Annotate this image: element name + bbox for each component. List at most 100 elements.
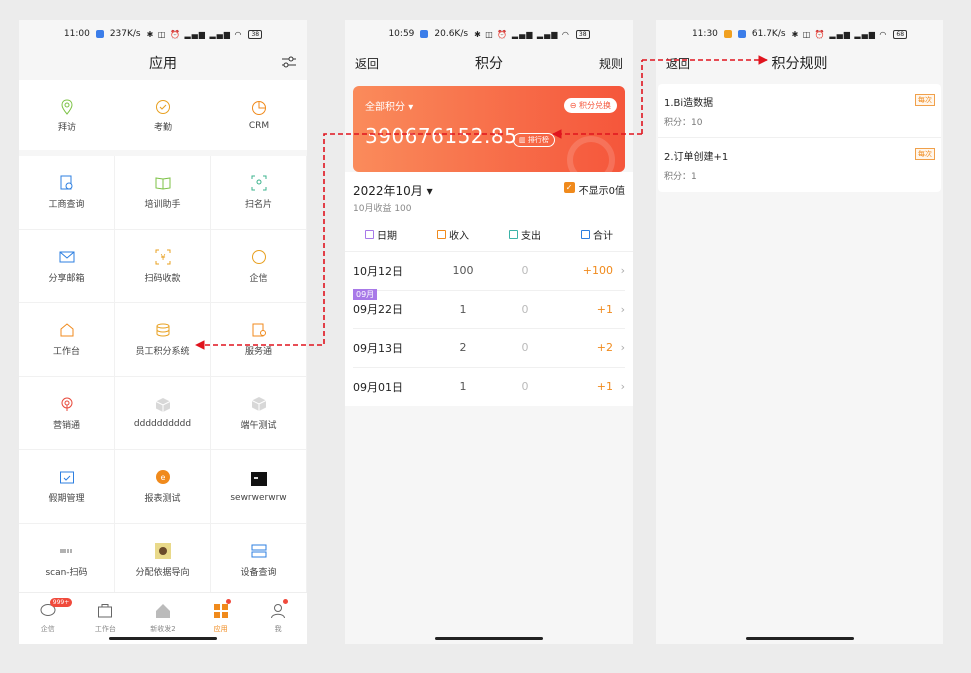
expense-icon [509, 230, 518, 239]
frequency-tag: 每次 [915, 148, 935, 160]
rules-screen: 11:30 61.7K/s ✱ ◫ ⏰ ▂▄▆ ▂▄▆ ◠ 68 返回 积分规则… [656, 20, 943, 644]
exchange-label: 积分兑换 [579, 101, 611, 110]
rules-link[interactable]: 规则 [599, 55, 623, 72]
app-business-query[interactable]: 工商查询 [19, 156, 115, 230]
app-allocation[interactable]: 分配依据导向 [115, 523, 211, 597]
photo-thumbnail-icon [154, 542, 172, 560]
broadcast-icon [58, 395, 76, 413]
app-label: 工商查询 [48, 200, 85, 211]
status-speed: 20.6K/s [434, 29, 469, 39]
back-button[interactable]: 返回 [666, 55, 690, 72]
app-label: sewrwerwrw [230, 492, 287, 503]
app-scan-code[interactable]: scan-扫码 [19, 523, 115, 597]
app-visit[interactable]: 拜访 [19, 80, 115, 150]
status-time: 11:30 [691, 29, 718, 39]
list-item: 1.Bi造数据 积分：10 每次 [658, 84, 941, 138]
app-marketing[interactable]: 营销通 [19, 376, 115, 450]
month-earnings: 10月收益 100 [353, 204, 412, 214]
status-speed: 237K/s [109, 29, 141, 39]
tab-label: 工作台 [94, 625, 116, 633]
document-search-icon [58, 174, 76, 192]
chevron-right-icon: › [620, 380, 625, 394]
pie-chart-icon [250, 99, 268, 117]
status-bar: 11:00 237K/s ✱ ◫ ⏰ ▂▄▆ ▂▄▆ ◠ 38 [19, 20, 307, 48]
tab-label: 应用 [213, 625, 228, 633]
app-service[interactable]: 服务通 [211, 303, 307, 377]
month-tag: 09月 [353, 288, 378, 300]
table-row[interactable]: 09月01日 1 0 +1 › [353, 368, 625, 407]
app-notification-icon [420, 30, 429, 38]
app-workbench[interactable]: 工作台 [19, 303, 115, 377]
home-indicator [435, 637, 543, 640]
app-share-mail[interactable]: 分享邮箱 [19, 229, 115, 303]
table-row[interactable]: 09月13日 2 0 +2 › [353, 329, 625, 368]
row-income: 2 [459, 341, 467, 355]
house-icon [155, 603, 171, 621]
signal-icons: ✱ ◫ ⏰ ▂▄▆ ▂▄▆ ◠ [791, 29, 888, 39]
app-label: 报表测试 [144, 494, 181, 505]
column-expense: 支出 [489, 227, 561, 242]
app-duanwu-test[interactable]: 端午测试 [211, 376, 307, 450]
app-label: CRM [248, 121, 270, 131]
svg-text:¥: ¥ [160, 253, 165, 262]
leaderboard-button[interactable]: ▥ 排行榜 [513, 133, 555, 147]
app-label: 培训助手 [144, 200, 181, 211]
chevron-right-icon: › [620, 264, 625, 278]
tab-qixin[interactable]: 999+ 企信 [19, 593, 77, 644]
app-attendance[interactable]: 考勤 [115, 80, 211, 150]
points-filter-dropdown[interactable]: 全部积分 ▾ [365, 98, 413, 113]
status-bar: 10:59 20.6K/s ✱ ◫ ⏰ ▂▄▆ ▂▄▆ ◠ 38 [345, 20, 633, 48]
app-scan-card[interactable]: 扫名片 [211, 156, 307, 230]
book-icon [154, 174, 172, 192]
app-report-test[interactable]: e 报表测试 [115, 450, 211, 524]
app-label: dddddddddd [133, 419, 192, 430]
row-expense: 0 [521, 341, 529, 355]
app-label: 扫名片 [244, 200, 272, 211]
app-training[interactable]: 培训助手 [115, 156, 211, 230]
coins-stack-icon [154, 321, 172, 339]
column-label: 收入 [449, 231, 469, 242]
row-income: 100 [452, 264, 474, 278]
points-summary-card: 全部积分 ▾ ⊖ 积分兑换 390676152.85 ▥ 排行榜 [353, 86, 625, 172]
app-scan-pay[interactable]: ¥ 扫码收款 [115, 229, 211, 303]
page-title: 应用 [149, 56, 177, 72]
app-ddd[interactable]: dddddddddd [115, 376, 211, 450]
home-icon [58, 321, 76, 339]
row-date: 10月12日 [353, 264, 403, 278]
checkmark-icon: ✓ [563, 182, 575, 193]
table-row[interactable]: 09月 09月22日 1 0 +1 › [353, 288, 625, 329]
barcode-thumbnail-icon [58, 542, 76, 560]
month-picker[interactable]: 2022年10月 ▾ [353, 182, 433, 199]
app-employee-points[interactable]: 员工积分系统 [115, 303, 211, 377]
user-icon [270, 603, 286, 621]
calendar-check-icon [58, 468, 76, 486]
exchange-button[interactable]: ⊖ 积分兑换 [563, 98, 617, 113]
settings-sliders-icon[interactable] [281, 55, 297, 72]
status-time: 10:59 [388, 29, 415, 39]
app-crm[interactable]: CRM [211, 80, 307, 150]
page-title: 积分规则 [771, 56, 828, 72]
row-expense: 0 [521, 264, 529, 278]
caret-down-icon: ▾ [426, 184, 433, 198]
app-holiday[interactable]: 假期管理 [19, 450, 115, 524]
back-button[interactable]: 返回 [355, 55, 379, 72]
page-title: 积分 [475, 56, 503, 72]
app-label: 扫码收款 [144, 273, 181, 284]
status-speed: 61.7K/s [751, 29, 786, 39]
app-label: 服务通 [244, 347, 272, 358]
apps-screen: 11:00 237K/s ✱ ◫ ⏰ ▂▄▆ ▂▄▆ ◠ 38 应用 拜访 考勤… [19, 20, 307, 644]
app-label: 分配依据导向 [135, 567, 190, 578]
hide-zero-checkbox[interactable]: ✓ 不显示0值 [563, 182, 625, 218]
rule-title: 1.Bi造数据 [664, 98, 714, 109]
app-notification-icon [737, 30, 746, 38]
tab-me[interactable]: 我 [249, 593, 307, 644]
app-qixin[interactable]: 企信 [211, 229, 307, 303]
table-row[interactable]: 10月12日 100 0 +100 › [353, 252, 625, 291]
battery-icon: 38 [248, 29, 263, 39]
app-label: 考勤 [153, 122, 172, 133]
app-label: 假期管理 [48, 494, 85, 505]
app-device-query[interactable]: 设备查询 [211, 523, 307, 597]
cube-icon [250, 395, 268, 413]
app-sewr[interactable]: sewrwerwrw [211, 450, 307, 524]
row-income: 1 [459, 302, 467, 316]
